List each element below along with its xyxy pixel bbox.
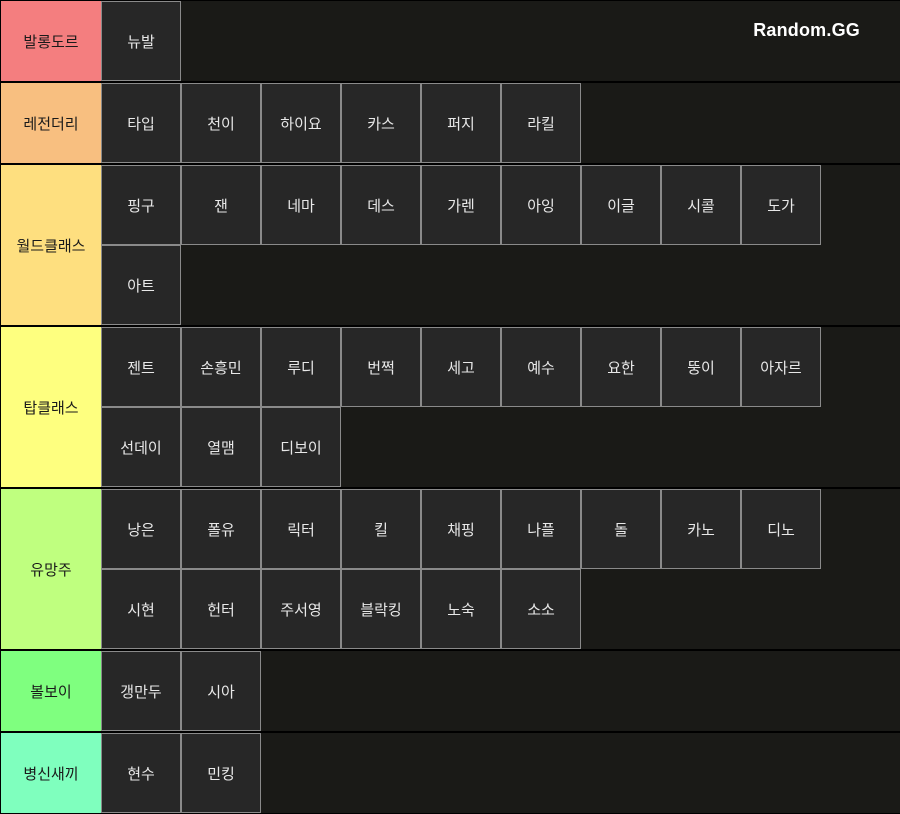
tier-item-chip[interactable]: 민킹 (181, 733, 261, 813)
tier-item-chip[interactable]: 카스 (341, 83, 421, 163)
tier-label[interactable]: 발롱도르 (1, 1, 101, 81)
tier-item-chip[interactable]: 카노 (661, 489, 741, 569)
tier-label[interactable]: 월드클래스 (1, 165, 101, 325)
tier-row: 월드클래스 핑구 잰 네마 데스 가렌 아잉 이글 시콜 도가아트 (0, 165, 900, 325)
tier-label[interactable]: 병신새끼 (1, 733, 101, 813)
tier-item-chip[interactable]: 아잉 (501, 165, 581, 245)
tier-items-container[interactable]: 현수 민킹 (101, 733, 900, 813)
tier-label[interactable]: 볼보이 (1, 651, 101, 731)
tier-item-chip[interactable]: 루디 (261, 327, 341, 407)
tier-item-chip[interactable]: 아트 (101, 245, 181, 325)
tier-item-chip[interactable]: 소소 (501, 569, 581, 649)
tier-item-chip[interactable]: 노숙 (421, 569, 501, 649)
tier-item-chip[interactable]: 돌 (581, 489, 661, 569)
tier-item-chip[interactable]: 하이요 (261, 83, 341, 163)
tier-item-chip[interactable]: 뉴발 (101, 1, 181, 81)
tier-items-container[interactable]: 젠트 손흥민 루디 번쩍 세고 예수 요한 뚱이 아자르선데이 열맴 디보이 (101, 327, 900, 487)
tier-item-chip[interactable]: 현수 (101, 733, 181, 813)
tier-item-chip[interactable]: 열맴 (181, 407, 261, 487)
tier-item-chip[interactable]: 낭은 (101, 489, 181, 569)
tier-label[interactable]: 유망주 (1, 489, 101, 649)
tier-items-container[interactable]: 갱만두 시아 (101, 651, 900, 731)
tier-label[interactable]: 탑클래스 (1, 327, 101, 487)
tier-list-board: 발롱도르 뉴발 레전더리 타입 천이 하이요 카스 퍼지 라킬 월드클래스 핑구 잰 네마 데스 가렌 아잉 이… (0, 0, 900, 814)
tier-row: 병신새끼 현수 민킹 (0, 733, 900, 813)
tier-item-chip[interactable]: 네마 (261, 165, 341, 245)
tier-item-chip[interactable]: 천이 (181, 83, 261, 163)
tier-item-chip[interactable]: 릭터 (261, 489, 341, 569)
tier-item-chip[interactable]: 시현 (101, 569, 181, 649)
tier-item-chip[interactable]: 핑구 (101, 165, 181, 245)
tier-item-chip[interactable]: 폴유 (181, 489, 261, 569)
tier-item-chip[interactable]: 갱만두 (101, 651, 181, 731)
tier-item-chip[interactable]: 블락킹 (341, 569, 421, 649)
tier-item-chip[interactable]: 헌터 (181, 569, 261, 649)
tier-item-chip[interactable]: 세고 (421, 327, 501, 407)
tier-item-chip[interactable]: 타입 (101, 83, 181, 163)
tier-item-chip[interactable]: 가렌 (421, 165, 501, 245)
tier-item-chip[interactable]: 뚱이 (661, 327, 741, 407)
tier-item-chip[interactable]: 퍼지 (421, 83, 501, 163)
tier-item-chip[interactable]: 시콜 (661, 165, 741, 245)
tier-row: 탑클래스 젠트 손흥민 루디 번쩍 세고 예수 요한 뚱이 아자르선데이 열맴 디보이 (0, 327, 900, 487)
tier-item-chip[interactable]: 번쩍 (341, 327, 421, 407)
tier-item-chip[interactable]: 예수 (501, 327, 581, 407)
tier-item-chip[interactable]: 디보이 (261, 407, 341, 487)
tier-item-chip[interactable]: 디노 (741, 489, 821, 569)
tier-items-container[interactable]: 핑구 잰 네마 데스 가렌 아잉 이글 시콜 도가아트 (101, 165, 900, 325)
tier-item-chip[interactable]: 젠트 (101, 327, 181, 407)
tier-items-container[interactable]: 뉴발 (101, 1, 900, 81)
tier-row: 레전더리 타입 천이 하이요 카스 퍼지 라킬 (0, 83, 900, 163)
tier-item-chip[interactable]: 데스 (341, 165, 421, 245)
tier-item-chip[interactable]: 선데이 (101, 407, 181, 487)
tier-item-chip[interactable]: 이글 (581, 165, 661, 245)
tier-item-chip[interactable]: 주서영 (261, 569, 341, 649)
tier-item-chip[interactable]: 요한 (581, 327, 661, 407)
tier-label[interactable]: 레전더리 (1, 83, 101, 163)
tier-row: 볼보이 갱만두 시아 (0, 651, 900, 731)
tier-item-chip[interactable]: 킬 (341, 489, 421, 569)
tier-item-chip[interactable]: 손흥민 (181, 327, 261, 407)
tier-item-chip[interactable]: 아자르 (741, 327, 821, 407)
brand-logo: Random.GG (753, 20, 860, 40)
tier-row: 유망주 낭은 폴유 릭터 킬 채핑 나플 돌 카노 디노시현 헌터 주서영 블락킹 노숙 소소 (0, 489, 900, 649)
tier-items-container[interactable]: 타입 천이 하이요 카스 퍼지 라킬 (101, 83, 900, 163)
tier-item-chip[interactable]: 잰 (181, 165, 261, 245)
tier-item-chip[interactable]: 시아 (181, 651, 261, 731)
tier-item-chip[interactable]: 나플 (501, 489, 581, 569)
tier-item-chip[interactable]: 채핑 (421, 489, 501, 569)
tier-row: 발롱도르 뉴발 (0, 1, 900, 81)
tier-item-chip[interactable]: 도가 (741, 165, 821, 245)
tier-items-container[interactable]: 낭은 폴유 릭터 킬 채핑 나플 돌 카노 디노시현 헌터 주서영 블락킹 노숙 소소 (101, 489, 900, 649)
tier-item-chip[interactable]: 라킬 (501, 83, 581, 163)
